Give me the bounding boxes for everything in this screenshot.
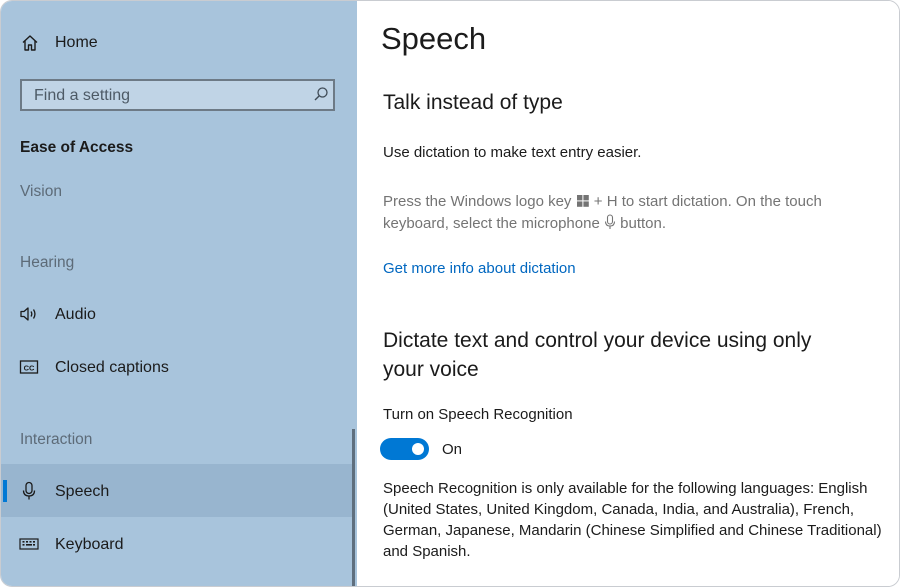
section-title: Ease of Access (20, 139, 134, 156)
closed-captions-icon: CC (19, 357, 39, 377)
search-icon[interactable] (312, 85, 330, 103)
sidebar-item-audio[interactable]: Audio (1, 296, 353, 332)
section-heading-dictate-line2: your voice (383, 358, 479, 381)
toggle-state-label: On (442, 441, 463, 458)
home-icon (20, 33, 40, 53)
sidebar-item-keyboard-label: Keyboard (55, 536, 124, 553)
home-nav-item[interactable]: Home (1, 25, 353, 61)
page-title: Speech (381, 21, 487, 56)
sidebar-scrollbar[interactable] (352, 429, 355, 586)
search-input[interactable] (32, 83, 306, 109)
sidebar-item-speech[interactable] (1, 464, 353, 517)
speech-recognition-toggle[interactable] (380, 438, 429, 460)
home-label: Home (55, 34, 98, 51)
keyboard-icon (19, 534, 39, 554)
sidebar-item-closed-captions-label: Closed captions (55, 359, 169, 376)
settings-window: Home Ease of Access Vision Hearing Audio… (0, 0, 900, 587)
dictation-info-link[interactable]: Get more info about dictation (383, 260, 576, 277)
speech-recognition-note: Speech Recognition is only available for… (383, 480, 882, 560)
section-heading-dictate-line1: Dictate text and control your device usi… (383, 329, 812, 352)
search-box[interactable] (20, 79, 335, 111)
section-heading-talk: Talk instead of type (383, 91, 563, 114)
windows-logo-icon (576, 192, 589, 213)
group-vision: Vision (20, 183, 62, 200)
section-heading-dictate: Dictate text and control your device usi… (383, 326, 811, 384)
group-interaction: Interaction (20, 431, 93, 448)
dictation-hint-part1: Press the Windows logo key (383, 193, 572, 210)
dictation-hint: Press the Windows logo key + H to start … (383, 191, 853, 236)
speech-recognition-toggle-label: Turn on Speech Recognition (383, 406, 573, 423)
dictation-hint-part3: button. (620, 215, 667, 232)
microphone-icon (19, 481, 39, 501)
selected-indicator (3, 480, 7, 502)
sidebar: Home Ease of Access Vision Hearing Audio… (1, 1, 357, 586)
audio-icon (19, 304, 39, 324)
svg-text:CC: CC (24, 363, 35, 372)
toggle-knob (412, 443, 424, 455)
dictation-description: Use dictation to make text entry easier. (383, 144, 642, 161)
group-hearing: Hearing (20, 254, 75, 271)
sidebar-item-speech-label: Speech (55, 483, 110, 500)
sidebar-item-closed-captions[interactable]: CC Closed captions (1, 349, 353, 385)
microphone-inline-icon (604, 214, 616, 236)
sidebar-item-audio-label: Audio (55, 306, 96, 323)
content-pane: Speech Talk instead of type Use dictatio… (357, 1, 899, 586)
sidebar-item-keyboard[interactable]: Keyboard (1, 526, 353, 562)
